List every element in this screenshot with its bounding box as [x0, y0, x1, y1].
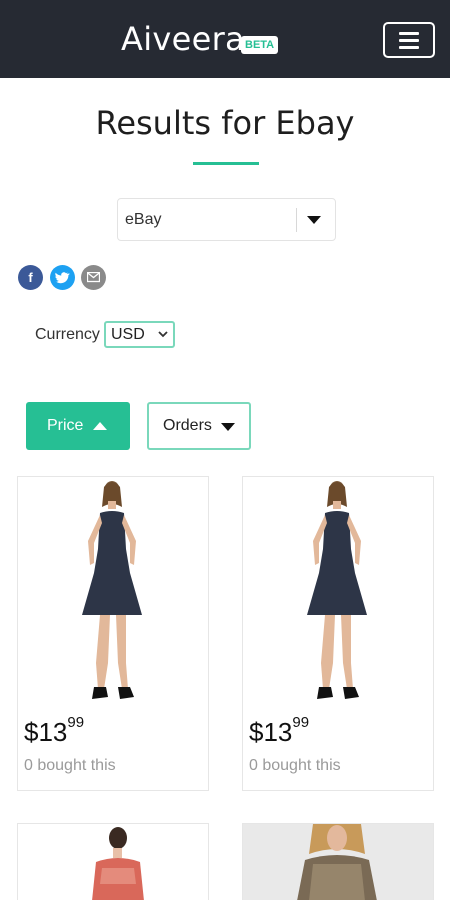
currency-select-value: USD: [111, 326, 145, 343]
facebook-icon[interactable]: f: [18, 265, 43, 290]
product-card[interactable]: $1399 0 bought this: [242, 476, 434, 791]
product-card[interactable]: [17, 823, 209, 900]
page-title: Results for Ebay: [95, 104, 355, 142]
sort-orders-label: Orders: [163, 417, 212, 434]
price-dollars: $13: [24, 717, 68, 747]
brand-logo[interactable]: Aiveera: [121, 20, 245, 58]
select-divider: [296, 208, 297, 232]
chevron-down-icon: [307, 216, 321, 224]
product-image[interactable]: [243, 477, 433, 707]
currency-label: Currency: [35, 326, 100, 343]
beta-badge: BETA: [241, 36, 279, 54]
product-price: $1399: [24, 714, 85, 748]
title-underline: [193, 162, 259, 165]
product-image[interactable]: [18, 477, 208, 707]
caret-up-icon: [93, 422, 107, 430]
sort-orders-button[interactable]: Orders: [147, 402, 251, 450]
store-select[interactable]: eBay: [117, 198, 336, 241]
price-cents: 99: [292, 714, 310, 731]
twitter-icon[interactable]: [50, 265, 75, 290]
hamburger-menu-icon[interactable]: [383, 22, 435, 58]
price-cents: 99: [67, 714, 85, 731]
email-icon[interactable]: [81, 265, 106, 290]
sort-price-label: Price: [47, 417, 84, 434]
price-dollars: $13: [249, 717, 293, 747]
caret-down-icon: [221, 423, 235, 431]
top-navbar: Aiveera BETA: [0, 0, 450, 78]
product-image[interactable]: [243, 824, 433, 900]
product-card[interactable]: $1399 0 bought this: [17, 476, 209, 791]
bought-count: 0 bought this: [249, 757, 341, 774]
product-card[interactable]: [242, 823, 434, 900]
product-image[interactable]: [18, 824, 208, 900]
product-price: $1399: [249, 714, 310, 748]
chevron-down-icon: [158, 330, 168, 341]
bought-count: 0 bought this: [24, 757, 116, 774]
store-select-value: eBay: [125, 211, 162, 228]
currency-select[interactable]: USD: [104, 321, 175, 348]
sort-price-button[interactable]: Price: [26, 402, 130, 450]
